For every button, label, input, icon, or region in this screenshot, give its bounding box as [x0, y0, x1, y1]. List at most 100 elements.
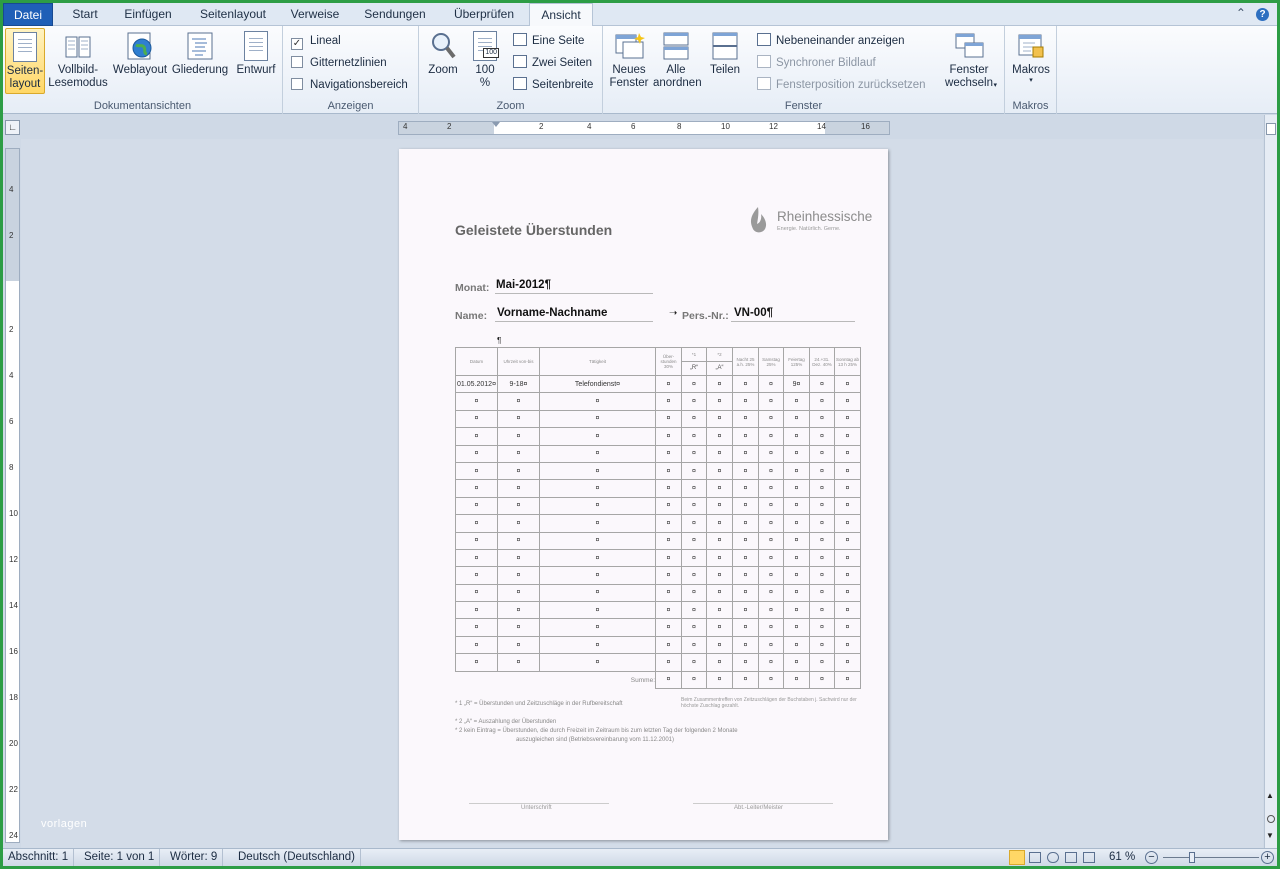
table-cell[interactable]: ¤ [539, 479, 656, 498]
sum-cell[interactable]: ¤ [783, 670, 810, 690]
fullscreen-reading-button[interactable]: Vollbild- Lesemodus [47, 28, 109, 94]
table-cell[interactable]: ¤ [681, 653, 707, 672]
table-cell[interactable]: Telefondienst¤ [539, 374, 656, 394]
table-cell[interactable]: ¤ [706, 514, 733, 533]
gridlines-checkbox[interactable]: Gitternetzlinien [291, 54, 387, 72]
table-cell[interactable]: ¤ [732, 635, 759, 655]
table-cell[interactable]: ¤ [655, 548, 682, 568]
table-cell[interactable]: ¤ [834, 409, 861, 429]
tab-insert[interactable]: Einfügen [115, 3, 181, 26]
arrange-all-button[interactable]: Alle anordnen [653, 28, 702, 94]
switch-windows-button[interactable]: Fenster wechseln ▾ [937, 28, 1001, 94]
table-cell[interactable]: ¤ [834, 653, 861, 672]
table-cell[interactable]: ¤ [783, 496, 810, 516]
table-cell[interactable]: ¤ [497, 601, 540, 620]
table-cell[interactable]: ¤ [706, 496, 733, 516]
outline-button[interactable]: Gliederung [171, 28, 229, 94]
table-cell[interactable]: ¤ [732, 548, 759, 568]
table-cell[interactable]: ¤ [455, 461, 498, 481]
table-cell[interactable]: ¤ [758, 548, 784, 568]
table-cell[interactable]: ¤ [455, 392, 498, 411]
indent-marker-icon[interactable] [492, 122, 500, 127]
help-icon[interactable]: ? [1256, 8, 1269, 21]
one-page-button[interactable]: Eine Seite [513, 32, 584, 50]
table-cell[interactable]: ¤ [834, 548, 861, 568]
table-cell[interactable]: ¤ [834, 427, 861, 446]
table-cell[interactable]: 9-18¤ [497, 374, 540, 394]
table-cell[interactable]: ¤ [655, 409, 682, 429]
table-cell[interactable]: ¤ [497, 548, 540, 568]
table-cell[interactable]: ¤ [497, 496, 540, 516]
table-cell[interactable]: ¤ [539, 601, 656, 620]
table-cell[interactable]: ¤ [834, 461, 861, 481]
table-cell[interactable]: ¤ [706, 653, 733, 672]
table-cell[interactable]: ¤ [732, 374, 759, 394]
zoom-in-icon[interactable]: + [1261, 851, 1274, 864]
table-cell[interactable]: ¤ [497, 461, 540, 481]
table-cell[interactable]: ¤ [681, 583, 707, 603]
table-cell[interactable]: ¤ [732, 514, 759, 533]
table-cell[interactable]: ¤ [783, 548, 810, 568]
table-cell[interactable]: ¤ [655, 514, 682, 533]
table-cell[interactable]: ¤ [758, 583, 784, 603]
table-cell[interactable]: ¤ [706, 635, 733, 655]
table-cell[interactable]: 9¤ [783, 374, 810, 394]
zoom-slider[interactable] [1163, 852, 1259, 863]
table-cell[interactable]: ¤ [758, 531, 784, 550]
table-cell[interactable]: ¤ [681, 496, 707, 516]
table-cell[interactable]: ¤ [834, 566, 861, 585]
table-cell[interactable]: ¤ [706, 444, 733, 463]
table-cell[interactable]: ¤ [809, 566, 835, 585]
table-cell[interactable]: ¤ [455, 514, 498, 533]
tab-mailings[interactable]: Sendungen [355, 3, 435, 26]
overtime-table[interactable]: Datum Uhrzeit von-bis Tätigkeit Über-stunde… [455, 347, 861, 690]
table-cell[interactable]: ¤ [539, 635, 656, 655]
table-cell[interactable]: ¤ [758, 496, 784, 516]
table-cell[interactable]: ¤ [497, 427, 540, 446]
table-cell[interactable]: ¤ [758, 514, 784, 533]
table-cell[interactable]: ¤ [539, 496, 656, 516]
table-cell[interactable]: ¤ [681, 479, 707, 498]
table-cell[interactable]: ¤ [706, 427, 733, 446]
table-cell[interactable]: ¤ [732, 392, 759, 411]
draft-button[interactable]: Entwurf [231, 28, 281, 94]
zoom-slider-thumb[interactable] [1189, 852, 1196, 863]
table-cell[interactable]: ¤ [706, 531, 733, 550]
table-cell[interactable]: ¤ [539, 461, 656, 481]
minimize-ribbon-icon[interactable]: ⌃ [1236, 6, 1246, 20]
table-cell[interactable]: ¤ [497, 653, 540, 672]
table-cell[interactable]: ¤ [681, 427, 707, 446]
table-cell[interactable]: ¤ [732, 409, 759, 429]
view-outline-icon[interactable] [1065, 852, 1077, 863]
table-cell[interactable]: ¤ [681, 618, 707, 637]
document-canvas[interactable]: Geleistete Überstunden Rheinhessische En… [21, 139, 1263, 848]
table-cell[interactable]: ¤ [497, 566, 540, 585]
table-cell[interactable]: ¤ [706, 409, 733, 429]
table-cell[interactable]: ¤ [681, 635, 707, 655]
scroll-next-page-icon[interactable]: ▼ [1266, 831, 1274, 840]
status-page[interactable]: Seite: 1 von 1 [79, 849, 161, 866]
table-cell[interactable]: ¤ [758, 392, 784, 411]
table-cell[interactable]: ¤ [655, 374, 682, 394]
table-cell[interactable]: ¤ [732, 427, 759, 446]
table-row[interactable]: ¤ ¤ ¤ ¤ ¤ ¤ ¤ ¤ ¤ ¤ ¤ [455, 635, 861, 655]
table-cell[interactable]: ¤ [758, 618, 784, 637]
table-cell[interactable]: ¤ [732, 479, 759, 498]
table-cell[interactable]: ¤ [706, 461, 733, 481]
table-cell[interactable]: ¤ [834, 479, 861, 498]
table-cell[interactable]: ¤ [834, 635, 861, 655]
table-cell[interactable]: ¤ [455, 496, 498, 516]
table-row[interactable]: ¤ ¤ ¤ ¤ ¤ ¤ ¤ ¤ ¤ ¤ ¤ [455, 427, 861, 446]
table-cell[interactable]: ¤ [783, 635, 810, 655]
table-cell[interactable]: ¤ [497, 583, 540, 603]
table-cell[interactable]: ¤ [455, 653, 498, 672]
navigation-pane-checkbox[interactable]: Navigationsbereich [291, 76, 408, 94]
status-words[interactable]: Wörter: 9 [165, 849, 224, 866]
table-cell[interactable]: ¤ [732, 601, 759, 620]
table-cell[interactable]: ¤ [497, 444, 540, 463]
table-cell[interactable]: ¤ [732, 461, 759, 481]
table-cell[interactable]: ¤ [539, 531, 656, 550]
sum-cell[interactable]: ¤ [758, 670, 784, 690]
table-row[interactable]: ¤ ¤ ¤ ¤ ¤ ¤ ¤ ¤ ¤ ¤ ¤ [455, 618, 861, 637]
document-page[interactable]: Geleistete Überstunden Rheinhessische En… [399, 149, 888, 840]
